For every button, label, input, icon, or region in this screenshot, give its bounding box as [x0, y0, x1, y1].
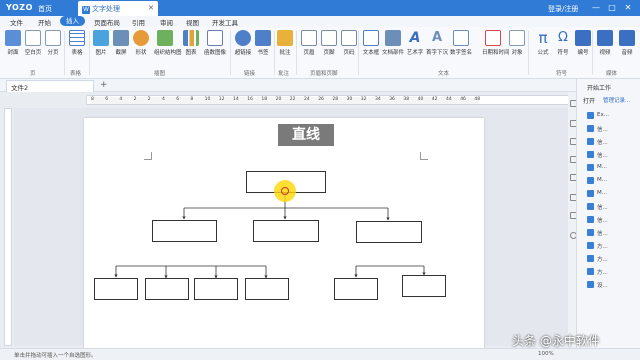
org-node-level2[interactable]	[152, 220, 217, 242]
org-node-level3[interactable]	[194, 278, 238, 300]
recent-file-item[interactable]: 信...	[597, 216, 608, 224]
org-node-level3[interactable]	[245, 278, 289, 300]
zoom-level[interactable]: 100%	[538, 351, 554, 357]
cursor-icon	[281, 187, 289, 195]
file-icon	[587, 151, 594, 158]
recent-file-item[interactable]: 信...	[597, 229, 608, 237]
open-link[interactable]: 打开	[583, 96, 595, 105]
watermark: 头条 @永中软件	[512, 334, 600, 348]
recent-file-item[interactable]: 方...	[597, 255, 608, 263]
file-icon	[587, 242, 594, 249]
recent-file-item[interactable]: 信...	[597, 138, 608, 146]
recent-file-item[interactable]: 信...	[597, 203, 608, 211]
org-node-level3[interactable]	[145, 278, 189, 300]
recent-file-item[interactable]: 方...	[597, 242, 608, 250]
file-icon	[587, 177, 594, 184]
file-icon	[587, 268, 594, 275]
file-icon	[587, 138, 594, 145]
manage-records-link[interactable]: 管理记录...	[603, 96, 630, 104]
recent-file-item[interactable]: 信...	[597, 151, 608, 159]
org-node-level3[interactable]	[334, 278, 378, 300]
recent-file-item[interactable]: M...	[597, 164, 607, 170]
file-icon	[587, 190, 594, 197]
status-text: 单击并拖动可插入一个自选图形。	[14, 353, 97, 359]
file-icon	[587, 216, 594, 223]
recent-file-item[interactable]: Ex...	[597, 112, 609, 118]
app-window: YOZO 首页 W 文字处理 ✕ 登录/注册 — □ ✕ 文件 开始 插入 页面布…	[0, 0, 640, 360]
file-icon	[587, 112, 594, 119]
org-node-level3[interactable]	[94, 278, 138, 300]
org-node-level3[interactable]	[402, 275, 446, 297]
recent-file-item[interactable]: 方...	[597, 268, 608, 276]
org-node-level2[interactable]	[356, 221, 422, 243]
start-work-panel: 开始工作 打开 管理记录... Ex... 信... 信... 信... M... M..…	[576, 79, 640, 348]
recent-file-item[interactable]: 信...	[597, 125, 608, 133]
recent-file-item[interactable]: M...	[597, 190, 607, 196]
file-icon	[587, 164, 594, 171]
file-icon	[587, 229, 594, 236]
file-icon	[587, 125, 594, 132]
panel-title: 开始工作	[587, 85, 612, 92]
recent-file-item[interactable]: 设...	[597, 281, 608, 289]
file-icon	[587, 203, 594, 210]
recent-file-item[interactable]: M...	[597, 177, 607, 183]
status-bar: 单击并拖动可插入一个自选图形。 100%	[0, 348, 640, 360]
org-node-level2[interactable]	[253, 220, 319, 242]
file-icon	[587, 255, 594, 262]
file-icon	[587, 281, 594, 288]
